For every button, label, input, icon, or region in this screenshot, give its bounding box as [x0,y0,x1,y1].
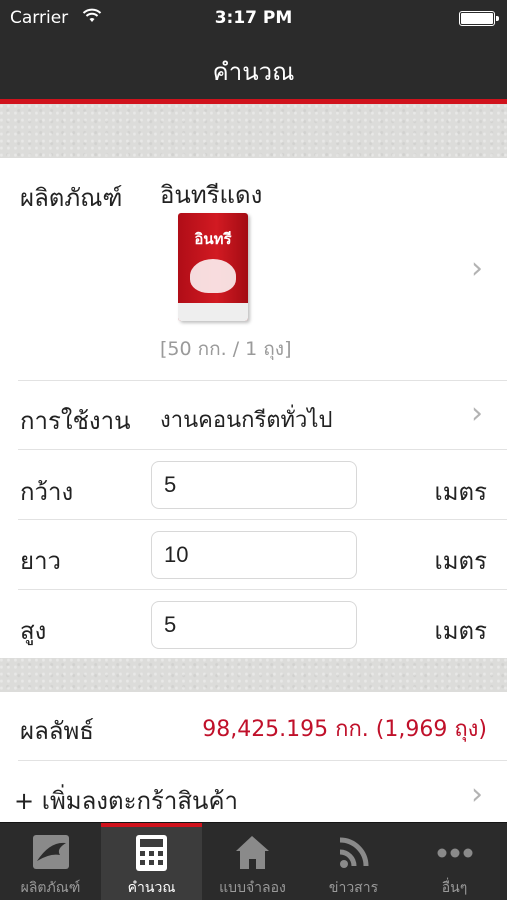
result-value: 98,425.195 กก. (1,969 ถุง) [202,717,487,742]
length-label: ยาว [20,547,62,575]
bag-brand-text: อินทรี [194,230,232,248]
divider [18,760,507,761]
chevron-right-icon: › [471,396,483,431]
usage-value: งานคอนกรีตทั่วไป [160,408,333,433]
divider [18,449,507,450]
house-icon [202,833,303,873]
rss-icon [303,833,404,873]
result-label: ผลลัพธ์ [20,717,94,745]
status-bar: Carrier 3:17 PM [0,0,507,36]
eagle-emblem-icon [190,259,236,293]
tab-label: ข่าวสาร [328,880,379,896]
bag-label-strip [178,303,248,321]
divider [18,519,507,520]
more-dots-icon [404,833,505,873]
page-title: คำนวณ [212,58,295,86]
width-label: กว้าง [20,478,74,506]
tab-bar: ผลิตภัณฑ์ คำนวณ แบบจำลอง ข่าวสาร อื่นๆ [0,822,507,900]
tab-label: แบบจำลอง [219,880,286,896]
top-bar: Carrier 3:17 PM คำนวณ [0,0,507,100]
tab-more[interactable]: อื่นๆ [404,823,507,900]
width-unit: เมตร [434,478,488,506]
product-image: อินทรี [178,213,248,321]
tab-label: ผลิตภัณฑ์ [20,880,81,896]
usage-label: การใช้งาน [20,407,131,435]
product-weight: [50 กก. / 1 ถุง] [160,338,292,360]
tab-products[interactable]: ผลิตภัณฑ์ [0,823,101,900]
tab-news[interactable]: ข่าวสาร [303,823,404,900]
tab-label: คำนวณ [127,880,176,896]
divider [18,589,507,590]
battery-icon [459,11,499,26]
height-unit: เมตร [434,617,488,645]
height-label: สูง [20,617,47,645]
divider [18,380,507,381]
width-input[interactable] [151,461,357,509]
tab-calculate[interactable]: คำนวณ [101,823,202,900]
length-unit: เมตร [434,547,488,575]
section-separator [0,104,507,158]
height-input[interactable] [151,601,357,649]
clock: 3:17 PM [214,8,293,28]
section-separator [0,658,507,692]
tab-label: อื่นๆ [441,880,468,896]
product-name: อินทรีแดง [160,181,263,209]
add-to-cart-label: + เพิ่มลงตะกร้าสินค้า [14,787,238,815]
length-input[interactable] [151,531,357,579]
calculator-icon [101,833,202,873]
tab-model[interactable]: แบบจำลอง [202,823,303,900]
chevron-right-icon: › [471,777,483,812]
chevron-right-icon: › [471,251,483,286]
eagle-logo-icon [0,833,101,873]
product-label: ผลิตภัณฑ์ [20,184,123,212]
